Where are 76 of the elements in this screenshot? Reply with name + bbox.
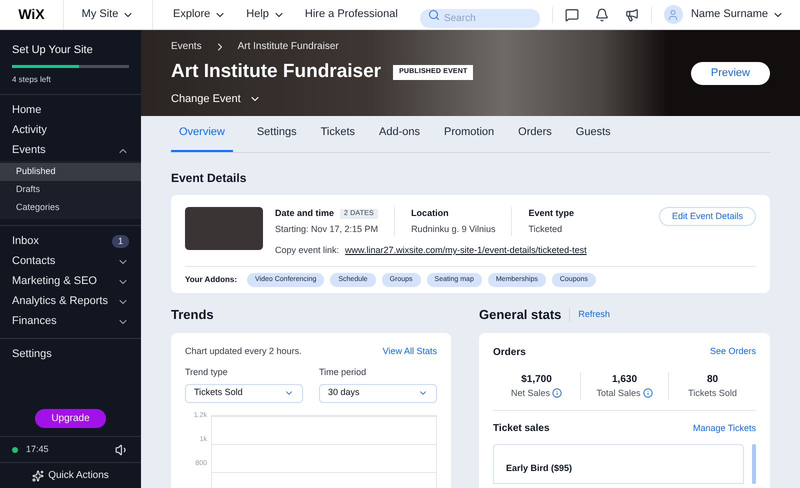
info-icon[interactable] bbox=[552, 388, 562, 398]
link-label: Copy event link: bbox=[275, 244, 340, 257]
nav-menu[interactable]: Explore bbox=[173, 6, 226, 23]
tab[interactable]: Settings bbox=[256, 124, 297, 152]
sidebar-item[interactable]: Inbox 1 bbox=[0, 232, 141, 252]
sidebar-item[interactable]: Analytics & Reports bbox=[0, 292, 141, 312]
sidebar-item[interactable]: Activity bbox=[0, 120, 141, 140]
search-field[interactable]: Search bbox=[420, 9, 540, 28]
stat-value: 1,630 bbox=[612, 372, 638, 386]
upgrade-button[interactable]: Upgrade bbox=[35, 409, 106, 428]
notifications-icon[interactable] bbox=[594, 8, 609, 22]
nav-menu[interactable]: Hire a Professional bbox=[304, 6, 398, 23]
section-title: Trends bbox=[171, 306, 215, 324]
quick-actions-button[interactable]: Quick Actions bbox=[0, 462, 141, 488]
scrollbar[interactable] bbox=[752, 444, 756, 484]
tab[interactable]: Guests bbox=[576, 124, 611, 152]
breadcrumb-current: Art Institute Fundraiser bbox=[238, 40, 339, 54]
field-value: Ticketed bbox=[528, 222, 564, 236]
dropdown[interactable]: Tickets Sold bbox=[185, 384, 303, 402]
tab[interactable]: Promotion bbox=[444, 124, 494, 152]
card-title: Ticket sales bbox=[493, 422, 550, 436]
chart-note: Chart updated every 2 hours. bbox=[185, 344, 302, 358]
breadcrumb-link[interactable]: Events bbox=[171, 39, 202, 54]
sidebar-item[interactable]: Marketing & SEO bbox=[0, 272, 141, 292]
nav-menu[interactable]: Help bbox=[246, 6, 285, 23]
stat-label: Net Sales bbox=[510, 386, 550, 400]
change-event-menu[interactable]: Change Event bbox=[171, 90, 474, 107]
sparkle-icon bbox=[32, 470, 44, 482]
manage-tickets-link[interactable]: Manage Tickets bbox=[692, 422, 756, 436]
stat-label: Total Sales bbox=[596, 386, 641, 400]
tab[interactable]: Tickets bbox=[320, 124, 356, 152]
setup-title[interactable]: Set Up Your Site bbox=[12, 42, 129, 58]
steps-left: 4 steps left bbox=[12, 74, 52, 86]
dropdown[interactable]: 30 days bbox=[319, 384, 437, 402]
info-icon[interactable] bbox=[642, 388, 653, 398]
see-orders-link[interactable]: See Orders bbox=[710, 345, 756, 359]
section-title: General stats bbox=[479, 306, 562, 324]
logo[interactable]: WiX bbox=[18, 4, 45, 25]
sidebar-item[interactable]: Events bbox=[0, 140, 141, 160]
chat-icon[interactable] bbox=[564, 8, 579, 22]
field-value: Rudninku g. 9 Vilnius bbox=[411, 222, 496, 236]
event-title: Art Institute Fundraiser bbox=[171, 60, 382, 84]
dropdown-label: Trend type bbox=[185, 366, 229, 379]
tab[interactable]: Overview bbox=[171, 124, 233, 152]
edit-details-button[interactable]: Edit Event Details bbox=[658, 207, 756, 226]
ticket-name: Early Bird ($95) bbox=[506, 463, 572, 473]
event-link[interactable]: www.linar27.wixsite.com/my-site-1/event-details/ticketed-test bbox=[345, 244, 587, 258]
addons-label: Your Addons: bbox=[185, 274, 237, 286]
clock-time: 17:45 bbox=[26, 442, 49, 456]
field-label: Event type bbox=[528, 207, 574, 220]
search-icon bbox=[428, 9, 440, 21]
field-value: Starting: Nov 17, 2:15 PM bbox=[275, 222, 378, 236]
preview-button[interactable]: Preview bbox=[690, 62, 770, 84]
stat-value: 80 bbox=[706, 372, 718, 386]
stat-label: Tickets Sold bbox=[688, 386, 737, 400]
section-title: Event Details bbox=[171, 170, 248, 187]
field-label: Date and time bbox=[275, 207, 334, 220]
megaphone-icon[interactable] bbox=[624, 8, 639, 22]
count-badge: 1 bbox=[112, 234, 129, 248]
sidebar-item[interactable]: Home bbox=[0, 100, 141, 120]
field-label: Location bbox=[411, 207, 450, 220]
sidebar-item[interactable]: Finances bbox=[0, 312, 141, 332]
tab[interactable]: Add-ons bbox=[379, 124, 420, 152]
user-menu[interactable]: Name Surname bbox=[690, 6, 784, 23]
view-stats-link[interactable]: View All Stats bbox=[382, 344, 437, 358]
card-title: Orders bbox=[493, 346, 526, 360]
site-menu[interactable]: My Site bbox=[64, 0, 153, 29]
tab[interactable]: Orders bbox=[518, 124, 552, 152]
refresh-link[interactable]: Refresh bbox=[578, 308, 610, 322]
sidebar-subitem[interactable]: Categories bbox=[0, 198, 141, 216]
sidebar-subitem[interactable]: Drafts bbox=[0, 180, 141, 198]
sidebar-item[interactable]: Contacts bbox=[0, 252, 141, 272]
sidebar-subitem[interactable]: Published bbox=[0, 162, 141, 180]
stat-value: $1,700 bbox=[521, 372, 552, 386]
sidebar-item[interactable]: Settings bbox=[0, 344, 141, 364]
dropdown-label: Time period bbox=[319, 366, 368, 379]
